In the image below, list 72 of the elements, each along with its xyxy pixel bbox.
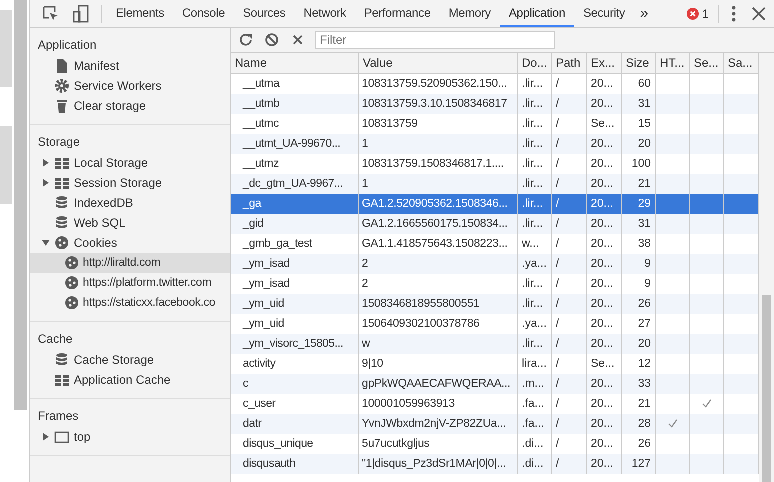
section-title: Application <box>37 37 98 54</box>
table-row[interactable]: _ym_visorc_15805... w .lir... / 20... 20 <box>231 334 759 354</box>
frame-icon <box>54 429 70 445</box>
file-icon <box>54 58 70 74</box>
column-header[interactable]: Value <box>359 53 518 73</box>
sidebar-item[interactable]: https://staticxx.facebook.co <box>30 293 230 313</box>
filter-field[interactable]: Filter <box>315 31 555 49</box>
section-title: Storage <box>37 134 82 151</box>
cookie-icon <box>64 275 80 291</box>
sidebar-item[interactable]: Web SQL <box>30 213 230 233</box>
table-row[interactable]: disqusauth "1|disqus_Pz3dSr1MAr|0|0|... .di... / 20... 127 <box>231 454 759 474</box>
error-count: 1 <box>702 6 709 20</box>
collapsed-arrow-icon[interactable] <box>42 159 50 167</box>
device-icon <box>71 4 91 24</box>
refresh-icon <box>238 32 254 48</box>
trash-icon <box>54 98 70 114</box>
database-icon <box>54 352 70 368</box>
sidebar-item[interactable]: Clear storage <box>30 96 230 116</box>
tab[interactable]: Network <box>294 0 356 27</box>
scrollbar[interactable] <box>759 53 774 482</box>
sidebar-item[interactable]: Manifest <box>30 56 230 76</box>
block-icon <box>264 32 280 48</box>
table-row[interactable]: datr YvnJWbxdm2njV-ZP82ZUa... .fa... / 20... 28 <box>231 414 759 434</box>
section-title: Frames <box>37 408 80 425</box>
table-row[interactable]: __utmt_UA-99670... 1 .lir... / 20... 20 <box>231 134 759 154</box>
grid-icon <box>54 175 70 191</box>
tab[interactable]: Performance <box>355 0 440 27</box>
gear-icon <box>54 78 70 94</box>
table-row[interactable]: __utmb 108313759.3.10.1508346817 .lir... / 20... 31 <box>231 94 759 114</box>
tab[interactable]: Memory <box>440 0 500 27</box>
sidebar-item[interactable]: Service Workers <box>30 76 230 96</box>
table-row[interactable]: _gid GA1.2.1665560175.150834... .lir... / 20... 31 <box>231 214 759 234</box>
column-header[interactable]: Se... <box>690 53 724 73</box>
cookie-icon <box>64 255 80 271</box>
tab[interactable]: Elements <box>107 0 174 27</box>
database-icon <box>54 215 70 231</box>
error-icon <box>687 8 700 20</box>
table-row[interactable]: _ga GA1.2.520905362.1508346... .lir... / 20... 29 <box>231 194 759 214</box>
sidebar-item[interactable]: Local Storage <box>30 153 230 173</box>
page-scrollbar[interactable] <box>14 0 27 410</box>
column-header[interactable]: HT... <box>656 53 690 73</box>
sidebar-item[interactable]: Application Cache <box>30 370 230 390</box>
tab[interactable]: Security <box>574 0 634 27</box>
tab[interactable]: Console <box>173 0 234 27</box>
table-row[interactable]: _ym_isad 2 .ya... / 20... 9 <box>231 254 759 274</box>
column-header[interactable]: Size <box>622 53 656 73</box>
sidebar-item[interactable]: top <box>30 427 230 447</box>
expanded-arrow-icon[interactable] <box>42 239 50 247</box>
table-row[interactable]: _dc_gtm_UA-9967... 1 .lir... / 20... 21 <box>231 174 759 194</box>
tab[interactable]: Sources <box>234 0 295 27</box>
grid-icon <box>54 372 70 388</box>
column-header[interactable]: Path <box>552 53 587 73</box>
column-header[interactable]: Ex... <box>587 53 622 73</box>
table-row[interactable]: c gpPkWQAAECAFWQERAA... .m... / 20... 33 <box>231 374 759 394</box>
table-row[interactable]: _ym_uid 1508346818955800551 .lir... / 20... 26 <box>231 294 759 314</box>
column-header[interactable]: Name <box>231 53 359 73</box>
cookie-icon <box>54 235 70 251</box>
sidebar-item[interactable]: IndexedDB <box>30 193 230 213</box>
grid-icon <box>54 155 70 171</box>
collapsed-arrow-icon[interactable] <box>42 179 50 187</box>
database-icon <box>54 195 70 211</box>
sidebar-item[interactable]: http://liraltd.com <box>30 253 230 273</box>
sidebar-item[interactable]: Cookies <box>30 233 230 253</box>
section-title: Cache <box>37 331 74 348</box>
column-header[interactable]: Do... <box>518 53 552 73</box>
sidebar-item[interactable]: Session Storage <box>30 173 230 193</box>
error-counter[interactable]: 1 <box>683 6 713 20</box>
more-tabs-button[interactable]: » <box>634 5 655 22</box>
collapsed-arrow-icon[interactable] <box>42 433 50 441</box>
sidebar-item[interactable]: https://platform.twitter.com <box>30 273 230 293</box>
sidebar-item[interactable]: Cache Storage <box>30 350 230 370</box>
cookie-icon <box>64 295 80 311</box>
